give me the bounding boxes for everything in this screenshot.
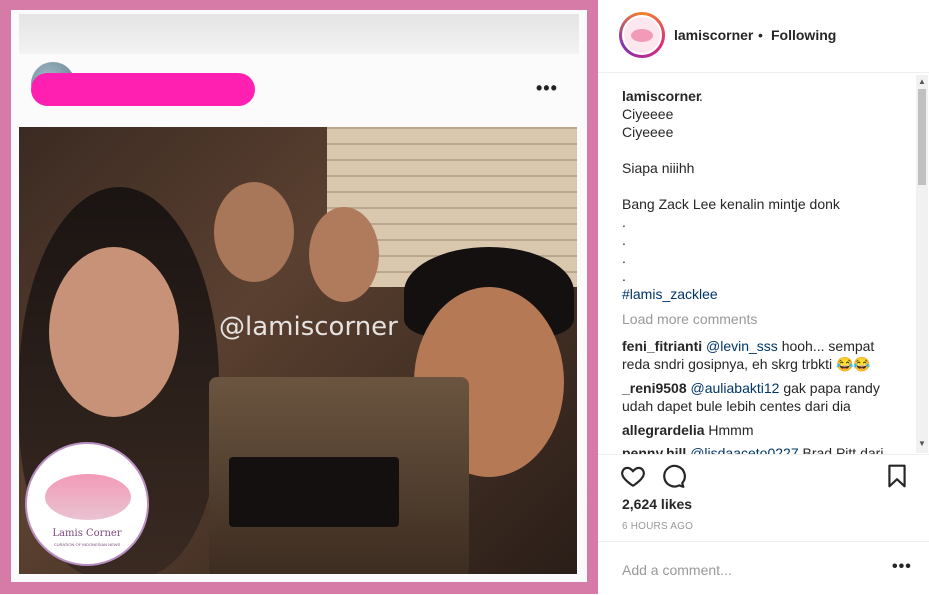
face-left xyxy=(49,247,179,417)
post-image[interactable]: ••• @lamiscorner Lamis Corner CURATION O… xyxy=(11,10,587,582)
comments-scrollbar[interactable]: ▲ ▼ xyxy=(916,75,928,453)
more-options-icon[interactable]: ••• xyxy=(892,558,912,576)
comment-item: feni_fitrianti @levin_sss hooh... sempat… xyxy=(622,337,890,373)
comment-mention[interactable]: @lisdaaceto0227 xyxy=(690,445,798,454)
face-woman-center xyxy=(309,207,379,302)
bookmark-icon[interactable] xyxy=(884,463,910,489)
comment-item: _reni9508 @auliabakti12 gak papa randy u… xyxy=(622,379,890,415)
scroll-up-arrow-icon[interactable]: ▲ xyxy=(918,77,926,86)
add-comment-bar: ••• xyxy=(598,541,929,595)
logo-subtitle: CURATION OF INDONESIAN NEWS xyxy=(53,542,121,547)
caption-line: Bang Zack Lee kenalin mintje donk xyxy=(622,196,840,212)
lips-logo-icon xyxy=(45,474,131,520)
profile-avatar[interactable] xyxy=(619,12,665,58)
likes-count[interactable]: 2,624 likes xyxy=(622,496,692,512)
caption-line: Ciyeeee xyxy=(622,124,674,140)
comment-icon[interactable] xyxy=(660,463,686,489)
comment-mention[interactable]: @auliabakti12 xyxy=(691,380,780,396)
comment-item: allegrardelia Hmmm xyxy=(622,421,890,439)
header-separator: • xyxy=(758,27,763,43)
caption-line: Ciyeeee xyxy=(622,106,674,122)
heart-icon[interactable] xyxy=(620,463,646,489)
comment-input[interactable] xyxy=(620,558,884,582)
lamis-corner-logo: Lamis Corner CURATION OF INDONESIAN NEWS xyxy=(25,442,149,566)
comment-username[interactable]: penny.hill xyxy=(622,445,686,454)
comment-text: Brad Pitt dari xyxy=(798,445,884,454)
caption-line: . xyxy=(622,268,626,284)
comments-section[interactable]: lamiscorner . Ciyeeee Ciyeeee Siapa niii… xyxy=(598,73,929,454)
hashtag-link[interactable]: #lamis_zacklee xyxy=(622,286,718,302)
watermark: @lamiscorner xyxy=(219,312,398,342)
comment-text: Hmmm xyxy=(708,422,754,438)
scroll-thumb[interactable] xyxy=(918,89,926,185)
blurred-header xyxy=(19,14,579,54)
comment-username[interactable]: feni_fitrianti xyxy=(622,338,702,354)
caption-username[interactable]: lamiscorner xyxy=(622,88,701,104)
comment-mention[interactable]: @levin_sss xyxy=(706,338,778,354)
more-options-icon: ••• xyxy=(536,78,558,98)
caption-line: . xyxy=(622,214,626,230)
post-image-pane: ••• @lamiscorner Lamis Corner CURATION O… xyxy=(0,0,598,594)
action-bar xyxy=(598,454,929,495)
caption-line: Siapa niiihh xyxy=(622,160,695,176)
logo-title: Lamis Corner xyxy=(52,528,122,539)
condiment-tray xyxy=(229,457,399,527)
lips-logo-icon xyxy=(631,29,653,42)
caption-trail: . xyxy=(699,88,703,104)
face-man-center xyxy=(214,182,294,282)
header-username[interactable]: lamiscorner xyxy=(674,27,753,43)
comment-username[interactable]: _reni9508 xyxy=(622,380,687,396)
post-timestamp[interactable]: 6 HOURS AGO xyxy=(622,521,693,532)
load-more-comments[interactable]: Load more comments xyxy=(622,311,757,327)
redacted-name-bar xyxy=(31,73,255,106)
following-button[interactable]: Following xyxy=(771,27,836,43)
comment-username[interactable]: allegrardelia xyxy=(622,422,705,438)
caption-line: . xyxy=(622,232,626,248)
post-sidebar: lamiscorner • Following lamiscorner . Ci… xyxy=(598,0,929,594)
post-header: lamiscorner • Following xyxy=(598,0,929,73)
comment-item: penny.hill @lisdaaceto0227 Brad Pitt dar… xyxy=(622,444,890,454)
scroll-down-arrow-icon[interactable]: ▼ xyxy=(918,439,926,448)
caption-line: . xyxy=(622,250,626,266)
